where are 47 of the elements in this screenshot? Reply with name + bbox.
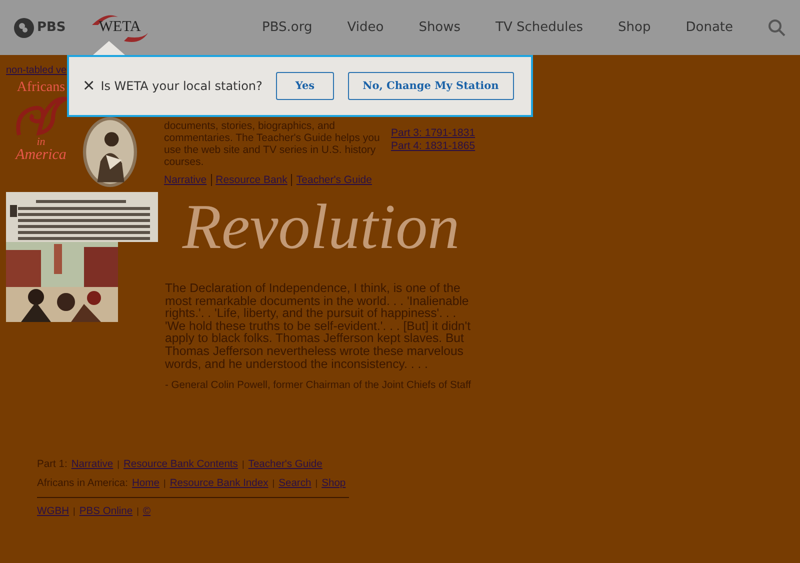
- footer-link[interactable]: Search: [278, 478, 312, 490]
- search-icon[interactable]: [768, 18, 786, 36]
- footer-link[interactable]: Resource Bank Index: [170, 478, 268, 490]
- logo-text: Africans: [16, 81, 66, 95]
- section-link[interactable]: Teacher's Guide: [296, 174, 372, 186]
- station-logo-text[interactable]: WETA: [98, 19, 141, 36]
- nav-link[interactable]: Donate: [686, 20, 733, 35]
- nav-link[interactable]: TV Schedules: [496, 20, 584, 35]
- part-link[interactable]: Part 3: 1791-1831: [391, 127, 476, 139]
- separator: |: [272, 478, 275, 488]
- footer-link[interactable]: Shop: [322, 478, 346, 490]
- attribution-text: - General Colin Powell, former Chairman of the Joint Chiefs of Staff: [165, 380, 472, 392]
- footer-link[interactable]: Teacher's Guide: [248, 459, 322, 470]
- nav-link[interactable]: Video: [347, 20, 384, 35]
- close-button[interactable]: ×: [83, 76, 95, 96]
- footer-label: Part 1:: [37, 459, 68, 470]
- separator: |: [136, 506, 139, 516]
- confirm-button[interactable]: Yes: [276, 72, 334, 100]
- separator: |: [315, 478, 318, 488]
- footer-link[interactable]: Home: [132, 478, 160, 490]
- section-link[interactable]: Resource Bank: [216, 174, 288, 186]
- intro-text: documents, stories, biographics, and commentaries. The Teacher's Guide helps you use the web site and TV series in U.S. history courses.: [164, 120, 381, 168]
- nav-link[interactable]: Shop: [618, 20, 651, 35]
- pbs-logo-text[interactable]: PBS: [37, 20, 66, 35]
- footer-link[interactable]: PBS Online: [79, 506, 133, 518]
- part-link[interactable]: Part 4: 1831-1865: [391, 140, 476, 152]
- footer-link[interactable]: Resource Bank Contents: [123, 459, 238, 470]
- separator: |: [73, 506, 76, 516]
- pbs-logo-icon: [14, 18, 34, 38]
- separator: |: [117, 459, 120, 470]
- separator: |: [242, 459, 244, 470]
- logo-text: America: [16, 148, 66, 163]
- separator: |: [163, 478, 166, 488]
- logo-text: in: [36, 137, 46, 148]
- prompt-question: Is WETA your local station?: [100, 79, 262, 93]
- footer-link[interactable]: WGBH: [37, 506, 70, 518]
- spiral-icon: [13, 95, 69, 137]
- footer-link[interactable]: ©: [142, 506, 151, 518]
- text-version-link[interactable]: non-tabled ve: [6, 65, 67, 76]
- nav-link[interactable]: Shows: [418, 20, 461, 35]
- quote-text: The Declaration of Independence, I think, is one of the most remarkable documents in the world. . . 'Inalienable rights.'. . 'Life, liberty, and the pursuit of happiness'. . . 'We hold these truths to be self-evident.'. . . [But] it didn't apply to black folks. Thomas Jefferson kept slaves. But Thomas Jefferson nevertheless wrote these marvelous words, and he understood the inconsistency. . . .: [165, 282, 472, 370]
- footer-label: Africans in America:: [37, 478, 128, 490]
- nav-link[interactable]: PBS.org: [262, 20, 312, 35]
- footer-link[interactable]: Narrative: [71, 459, 114, 470]
- change-station-button[interactable]: No, Change My Station: [348, 72, 514, 100]
- page-title: Revolution: [182, 195, 460, 259]
- section-link[interactable]: Narrative: [164, 174, 207, 186]
